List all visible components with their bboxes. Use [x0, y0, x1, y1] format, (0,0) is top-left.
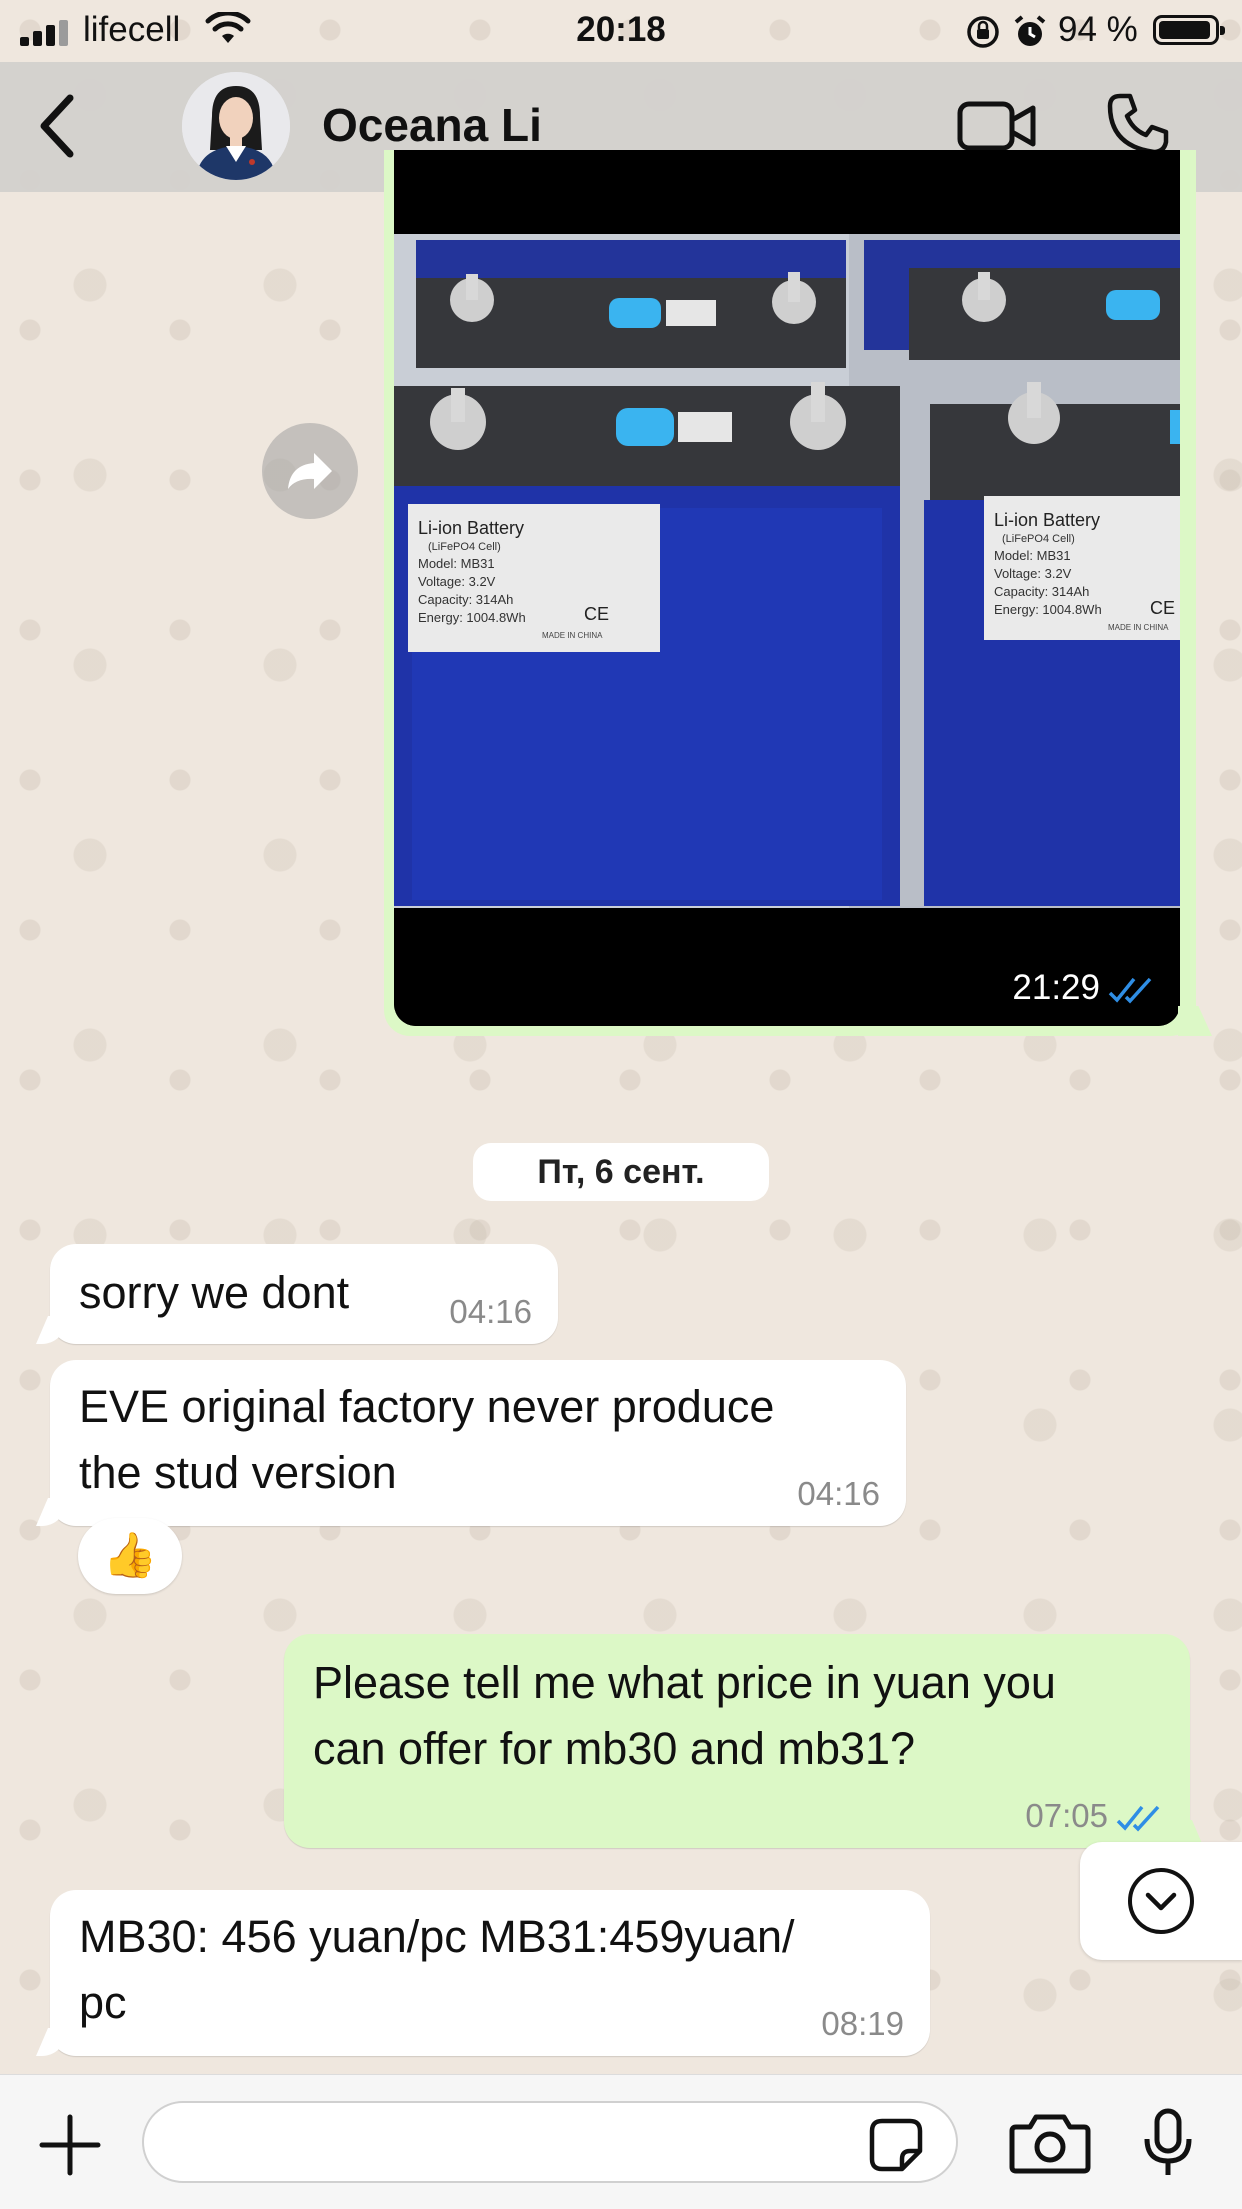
svg-text:MADE IN CHINA: MADE IN CHINA	[1108, 623, 1169, 632]
message-time: 21:29	[1012, 968, 1100, 1007]
svg-text:Capacity: 314Ah: Capacity: 314Ah	[418, 592, 513, 607]
message-time: 08:19	[821, 2005, 904, 2042]
svg-text:Model: MB31: Model: MB31	[418, 556, 495, 571]
svg-text:Model: MB31: Model: MB31	[994, 548, 1071, 563]
battery-icon	[1153, 15, 1225, 45]
message-bubble-incoming[interactable]: MB30: 456 yuan/pc MB31:459yuan/ pc 08:19	[50, 1890, 930, 2056]
battery-percent: 94 %	[1058, 10, 1138, 49]
camera-icon[interactable]	[1008, 2111, 1092, 2175]
svg-text:MADE IN CHINA: MADE IN CHINA	[542, 631, 603, 640]
svg-text:Energy: 1004.8Wh: Energy: 1004.8Wh	[994, 602, 1102, 617]
orientation-lock-icon	[967, 16, 999, 48]
svg-text:Voltage: 3.2V: Voltage: 3.2V	[994, 566, 1072, 581]
message-input[interactable]	[142, 2101, 958, 2183]
alarm-icon	[1014, 15, 1046, 46]
chevron-down-icon	[1128, 1868, 1194, 1934]
message-meta: 07:05	[1025, 1798, 1164, 1834]
svg-text:CE: CE	[584, 604, 609, 624]
message-text: Please tell me what price in yuan you ca…	[313, 1657, 1056, 1774]
message-meta: 21:29	[1012, 968, 1156, 1008]
media-message[interactable]: Li-ion Battery (LiFePO4 Cell) Model: MB3…	[384, 150, 1196, 1036]
video-call-icon[interactable]	[957, 96, 1037, 156]
svg-text:(LiFePO4 Cell): (LiFePO4 Cell)	[1002, 533, 1075, 545]
message-bubble-incoming[interactable]: EVE original factory never produce the s…	[50, 1360, 906, 1526]
message-text: MB30: 456 yuan/pc MB31:459yuan/ pc	[79, 1911, 795, 2028]
reaction-thumbs-up[interactable]: 👍	[78, 1518, 182, 1594]
svg-text:Li-ion Battery: Li-ion Battery	[994, 510, 1100, 530]
read-ticks-icon	[1116, 1806, 1160, 1832]
message-bubble-outgoing[interactable]: Please tell me what price in yuan you ca…	[284, 1634, 1190, 1848]
svg-text:CE: CE	[1150, 598, 1175, 618]
avatar[interactable]	[182, 72, 290, 180]
status-bar: lifecell 20:18 94 %	[0, 0, 1242, 62]
scroll-to-bottom-button[interactable]	[1080, 1842, 1242, 1960]
forward-button[interactable]	[262, 423, 358, 519]
svg-text:Capacity: 314Ah: Capacity: 314Ah	[994, 584, 1089, 599]
battery-label-title: Li-ion Battery	[418, 518, 524, 538]
message-time: 04:16	[797, 1475, 880, 1512]
read-ticks-icon	[1108, 977, 1152, 1004]
input-bar	[0, 2074, 1242, 2209]
sticker-icon[interactable]	[868, 2117, 924, 2173]
status-time: 20:18	[576, 10, 666, 49]
microphone-icon[interactable]	[1142, 2107, 1194, 2179]
plus-icon[interactable]	[38, 2113, 102, 2177]
message-bubble-incoming[interactable]: sorry we dont 04:16	[50, 1244, 558, 1344]
forward-icon	[288, 453, 332, 489]
message-time: 04:16	[449, 1293, 532, 1330]
contact-name[interactable]: Oceana Li	[322, 98, 542, 152]
message-text: EVE original factory never produce the s…	[79, 1381, 775, 1498]
svg-text:Voltage: 3.2V: Voltage: 3.2V	[418, 574, 496, 589]
date-separator: Пт, 6 сент.	[473, 1143, 769, 1201]
back-icon[interactable]	[34, 92, 78, 160]
message-time: 07:05	[1025, 1797, 1108, 1834]
message-text: sorry we dont	[79, 1267, 350, 1318]
video-thumbnail[interactable]: Li-ion Battery (LiFePO4 Cell) Model: MB3…	[394, 150, 1180, 1026]
svg-text:Energy: 1004.8Wh: Energy: 1004.8Wh	[418, 610, 526, 625]
svg-text:(LiFePO4 Cell): (LiFePO4 Cell)	[428, 541, 501, 553]
phone-icon[interactable]	[1106, 92, 1170, 156]
